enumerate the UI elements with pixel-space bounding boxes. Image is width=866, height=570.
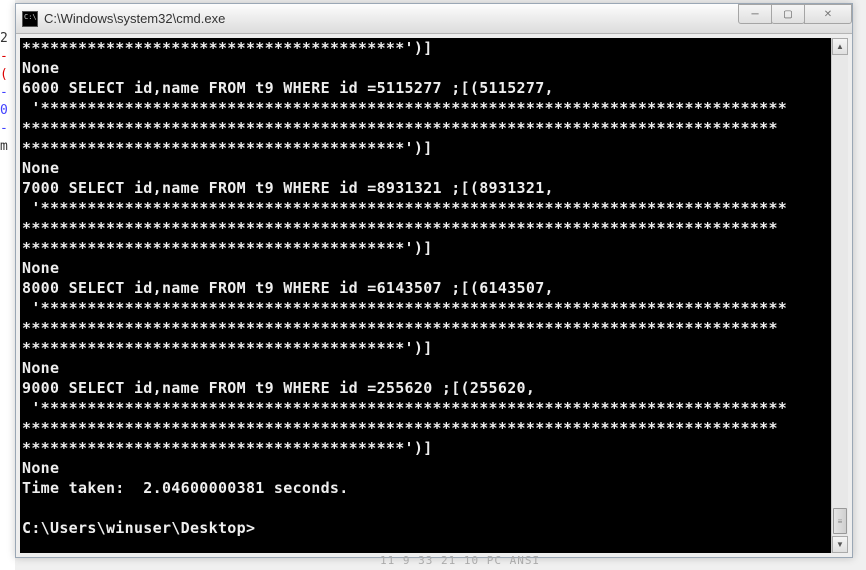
scroll-up-button[interactable]: ▲ xyxy=(832,38,848,55)
titlebar[interactable]: C:\Windows\system32\cmd.exe ─ ▢ ✕ xyxy=(16,4,852,34)
minimize-button[interactable]: ─ xyxy=(738,4,772,24)
cmd-icon xyxy=(22,11,38,27)
scroll-down-button[interactable]: ▼ xyxy=(832,536,848,553)
window-controls: ─ ▢ ✕ xyxy=(739,4,852,24)
cmd-window: C:\Windows\system32\cmd.exe ─ ▢ ✕ ******… xyxy=(15,3,853,558)
close-button[interactable]: ✕ xyxy=(804,4,852,24)
console-output[interactable]: ****************************************… xyxy=(20,38,831,553)
scroll-track[interactable]: ≡ xyxy=(832,55,848,536)
scroll-thumb[interactable]: ≡ xyxy=(833,508,847,534)
vertical-scrollbar[interactable]: ▲ ≡ ▼ xyxy=(831,38,848,553)
client-area: ****************************************… xyxy=(16,34,852,557)
background-gutter: 2 - ( - 0 - m xyxy=(0,0,15,570)
window-title: C:\Windows\system32\cmd.exe xyxy=(44,11,225,26)
maximize-button[interactable]: ▢ xyxy=(771,4,805,24)
